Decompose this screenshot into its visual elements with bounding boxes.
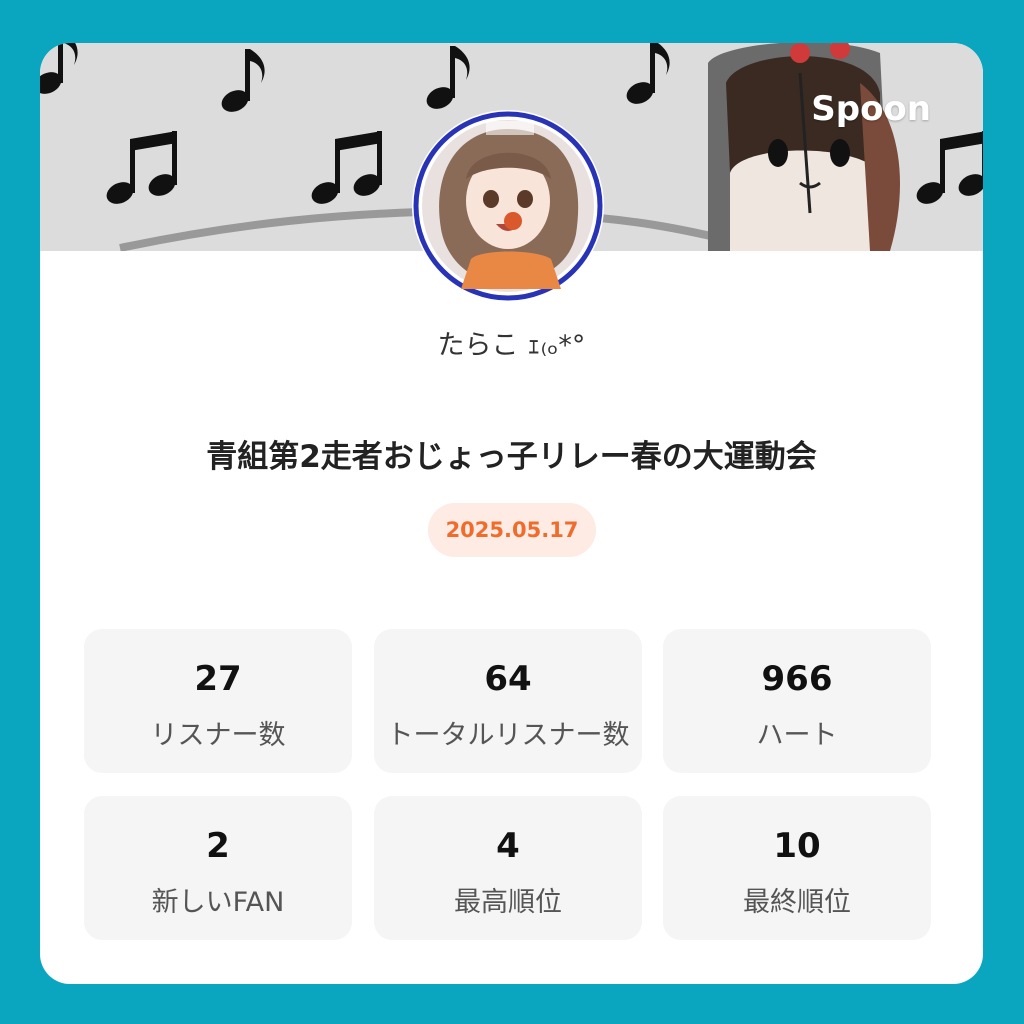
stat-label: ハート [756,720,838,751]
stat-value: 4 [496,826,520,866]
stat-value: 27 [194,659,242,699]
stat-label: リスナー数 [150,720,286,751]
stat-new-fans: 2 新しいFAN [84,796,352,940]
stat-label: トータルリスナー数 [386,720,630,751]
username: たらこ ｪ₍ₒ*° [437,330,586,361]
avatar[interactable] [411,109,605,303]
broadcast-title: 青組第2走者おじょっ子リレー春の大運動会 [206,439,817,475]
stat-final-rank: 10 最終順位 [663,796,931,940]
stat-label: 最高順位 [454,887,562,918]
stat-value: 966 [761,659,833,699]
stat-highest-rank: 4 最高順位 [374,796,642,940]
stat-total-listeners: 64 トータルリスナー数 [374,629,642,773]
stats-card: Spoon たらこ ｪ₍ₒ*° 青組第2走者おじょっ子リレー春の大運動会 202… [40,43,983,984]
stat-listeners: 27 リスナー数 [84,629,352,773]
stat-label: 新しいFAN [151,887,285,918]
stat-value: 2 [206,826,230,866]
stat-label: 最終順位 [743,887,851,918]
spoon-logo: Spoon [811,89,931,129]
broadcast-date-badge: 2025.05.17 [428,503,596,557]
stat-hearts: 966 ハート [663,629,931,773]
stat-value: 10 [773,826,821,866]
stat-value: 64 [484,659,532,699]
